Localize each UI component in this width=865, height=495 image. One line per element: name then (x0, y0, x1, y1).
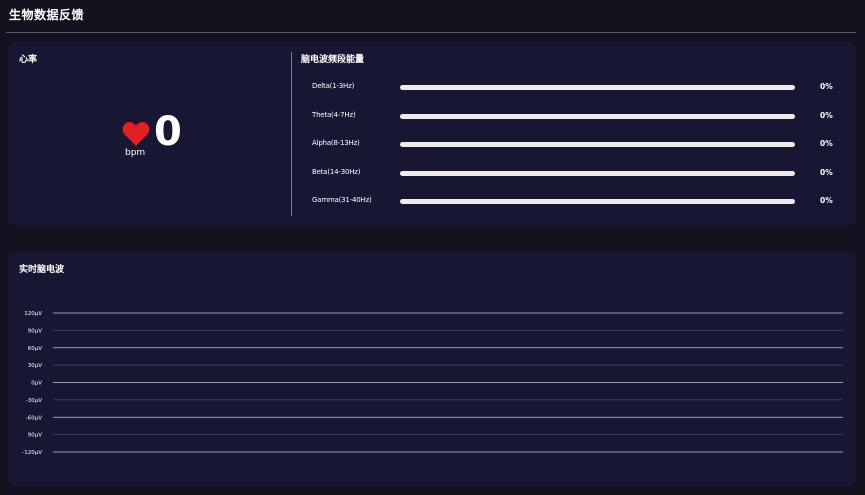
band-progress-bar (400, 199, 795, 204)
heart-icon (122, 121, 150, 146)
band-progress-bar (400, 85, 795, 90)
band-percent: 0% (820, 196, 833, 205)
eeg-chart: 120μV 90μV 60μV 30μV 0μV -30μV -60μV 90μV -120μV (22, 311, 843, 456)
band-label: Theta(4-7Hz) (312, 110, 356, 119)
band-row: Beta(14-30Hz) 0% (312, 168, 842, 180)
y-tick-label: 0μV (31, 381, 42, 387)
band-row: Gamma(31-40Hz) 0% (312, 196, 842, 208)
band-percent: 0% (820, 139, 833, 148)
band-percent: 0% (820, 82, 833, 91)
band-percent: 0% (820, 110, 833, 120)
band-label: Alpha(8-13Hz) (312, 139, 360, 147)
band-progress-bar (400, 113, 795, 119)
page-title: 生物数据反馈 (9, 8, 85, 22)
eeg-card: 实时脑电波 120μV 90μV 60μV 30μV 0μV -30μV -60μV 90μV… (8, 252, 856, 486)
band-percent: 0% (820, 167, 833, 177)
biofeedback-page: 生物数据反馈 心率 bpm 0 脑电波频段能量 Delta(1-3Hz) 0% Th… (0, 0, 865, 495)
bpm-unit-label: bpm (125, 148, 146, 158)
band-row: Alpha(8-13Hz) 0% (312, 139, 842, 151)
y-tick-label: 60μV (28, 346, 42, 352)
y-tick-label: -120μV (22, 450, 42, 456)
y-tick-label: 90μV (28, 433, 42, 439)
heart-rate-value: 0 (154, 109, 182, 155)
band-progress-bar (400, 170, 795, 176)
band-row: Theta(4-7Hz) 0% (312, 111, 842, 123)
vitals-card: 心率 bpm 0 脑电波频段能量 Delta(1-3Hz) 0% Theta(4-7… (8, 42, 856, 226)
y-tick-label: -60μV (26, 415, 42, 421)
y-tick-label: -30μV (26, 398, 42, 404)
band-row: Delta(1-3Hz) 0% (312, 82, 842, 94)
band-energy-title: 脑电波频段能量 (301, 55, 365, 65)
y-tick-label: 120μV (24, 311, 42, 317)
title-divider (6, 32, 856, 33)
section-divider (291, 52, 292, 216)
heart-rate-title: 心率 (19, 55, 38, 65)
band-label: Beta(14-30Hz) (312, 167, 361, 176)
band-label: Gamma(31-40Hz) (312, 196, 372, 204)
y-tick-label: 90μV (28, 328, 42, 334)
band-progress-bar (400, 142, 795, 147)
y-tick-label: 30μV (28, 363, 42, 369)
band-label: Delta(1-3Hz) (312, 82, 355, 90)
